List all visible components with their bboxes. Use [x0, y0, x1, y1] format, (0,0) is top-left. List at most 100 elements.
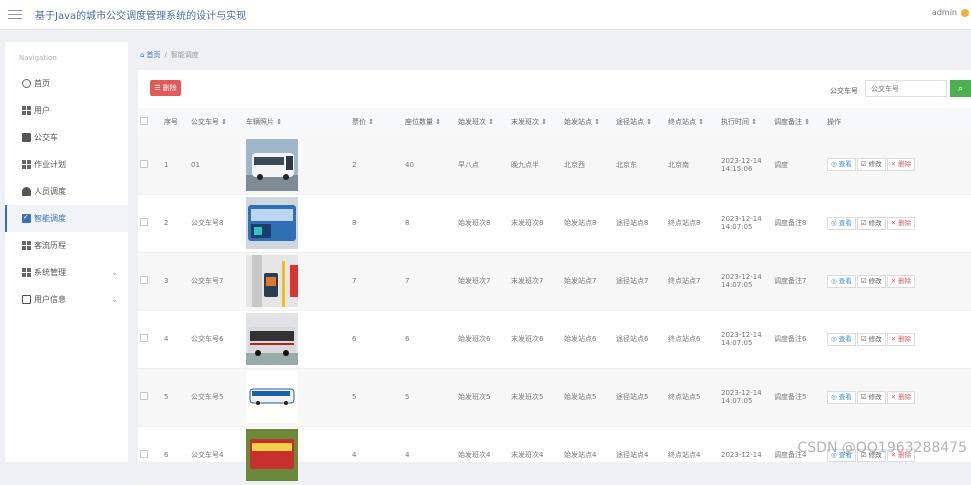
- via-station: 北京东: [614, 136, 666, 194]
- table-row: 2公交车号888始发班次8末发班次8始发站点8途径站点8终点站点82023-12…: [138, 194, 971, 252]
- row-checkbox[interactable]: [138, 310, 162, 368]
- edit-button[interactable]: ☑ 修改: [857, 158, 886, 171]
- bus-photo-image: [246, 313, 298, 365]
- bus-number: 01: [189, 136, 244, 194]
- top-bar: 基于Java的城市公交调度管理系统的设计与实现 admin: [0, 0, 971, 30]
- seat-count: 5: [403, 368, 456, 426]
- row-checkbox[interactable]: [138, 136, 162, 194]
- bus-photo-image: [246, 429, 298, 481]
- grid-icon: [22, 106, 31, 115]
- column-header[interactable]: 终点站点 ⇕: [666, 108, 719, 136]
- table-header: 序号公交车号 ⇕车辆照片 ⇕票价 ⇕座位数量 ⇕始发班次 ⇕末发班次 ⇕始发站点…: [138, 108, 971, 136]
- view-button[interactable]: ◎ 查看: [827, 217, 856, 230]
- last-shift: 末发班次8: [509, 194, 562, 252]
- row-index: 1: [162, 136, 189, 194]
- end-station: 终点站点6: [666, 310, 719, 368]
- column-header[interactable]: 票价 ⇕: [350, 108, 403, 136]
- last-shift: 末发班次5: [509, 368, 562, 426]
- column-header[interactable]: 途径站点 ⇕: [614, 108, 666, 136]
- grid-icon: [22, 160, 31, 169]
- first-shift: 始发班次5: [456, 368, 509, 426]
- breadcrumb-home[interactable]: 首页: [146, 50, 160, 60]
- edit-button[interactable]: ☑ 修改: [857, 217, 886, 230]
- column-header[interactable]: 执行时间 ⇕: [719, 108, 772, 136]
- bus-photo-image: [246, 255, 298, 307]
- user-name[interactable]: admin: [932, 8, 957, 17]
- bus-photo: [244, 368, 350, 426]
- column-header[interactable]: 公交车号 ⇕: [189, 108, 244, 136]
- sidebar-item-6[interactable]: 客流历程: [5, 232, 128, 259]
- exec-time: 2023-12-14: [719, 426, 772, 484]
- start-station: 始发站点8: [562, 194, 614, 252]
- last-shift: 末发班次7: [509, 252, 562, 310]
- row-checkbox[interactable]: [138, 426, 162, 484]
- exec-time: 2023-12-14 14:07:05: [719, 252, 772, 310]
- nav-title: Navigation: [5, 42, 128, 70]
- delete-button[interactable]: ✕ 删除: [887, 391, 916, 404]
- select-all-checkbox[interactable]: [138, 108, 162, 136]
- dispatch-note: 调度备注5: [772, 368, 825, 426]
- delete-button[interactable]: ✕ 删除: [887, 158, 916, 171]
- search-input[interactable]: [865, 80, 947, 97]
- sidebar-item-7[interactable]: 系统管理⌄: [5, 259, 128, 286]
- sidebar-item-label: 用户信息: [34, 294, 66, 305]
- sidebar-item-label: 智能调度: [34, 213, 66, 224]
- row-actions: ◎ 查看☑ 修改✕ 删除: [825, 136, 971, 194]
- sidebar-item-8[interactable]: 用户信息⌄: [5, 286, 128, 313]
- end-station: 北京南: [666, 136, 719, 194]
- column-header[interactable]: 末发班次 ⇕: [509, 108, 562, 136]
- dispatch-note: 调度备注8: [772, 194, 825, 252]
- sidebar-item-0[interactable]: 首页: [5, 70, 128, 97]
- last-shift: 晚九点半: [509, 136, 562, 194]
- view-button[interactable]: ◎ 查看: [827, 391, 856, 404]
- delete-button[interactable]: ✕ 删除: [887, 333, 916, 346]
- via-station: 途径站点4: [614, 426, 666, 484]
- grid-icon: [22, 241, 31, 250]
- last-shift: 末发班次4: [509, 426, 562, 484]
- sidebar-item-3[interactable]: 作业计划: [5, 151, 128, 178]
- view-button[interactable]: ◎ 查看: [827, 158, 856, 171]
- view-button[interactable]: ◎ 查看: [827, 275, 856, 288]
- grid-icon: [22, 268, 31, 277]
- sidebar-item-5[interactable]: 智能调度: [5, 205, 128, 232]
- edit-button[interactable]: ☑ 修改: [857, 333, 886, 346]
- row-index: 6: [162, 426, 189, 484]
- column-header[interactable]: 操作: [825, 108, 971, 136]
- first-shift: 始发班次6: [456, 310, 509, 368]
- toolbar: ☰删除 公交车号 ⌕: [138, 70, 971, 108]
- search-button[interactable]: ⌕: [950, 80, 971, 97]
- sidebar-item-4[interactable]: 人员调度: [5, 178, 128, 205]
- column-header[interactable]: 座位数量 ⇕: [403, 108, 456, 136]
- sidebar-item-2[interactable]: 公交车: [5, 124, 128, 151]
- column-header[interactable]: 调度备注 ⇕: [772, 108, 825, 136]
- end-station: 终点站点4: [666, 426, 719, 484]
- table-row: 5公交车号555始发班次5末发班次5始发站点5途径站点5终点站点52023-12…: [138, 368, 971, 426]
- sidebar-item-label: 客流历程: [34, 240, 66, 251]
- row-index: 3: [162, 252, 189, 310]
- first-shift: 早八点: [456, 136, 509, 194]
- column-header[interactable]: 始发班次 ⇕: [456, 108, 509, 136]
- column-header[interactable]: 始发站点 ⇕: [562, 108, 614, 136]
- home-icon: [22, 79, 31, 88]
- user-avatar-icon[interactable]: [961, 9, 969, 17]
- column-header[interactable]: 序号: [162, 108, 189, 136]
- fare: 5: [350, 368, 403, 426]
- view-button[interactable]: ◎ 查看: [827, 333, 856, 346]
- column-header[interactable]: 车辆照片 ⇕: [244, 108, 350, 136]
- delete-button[interactable]: ✕ 删除: [887, 275, 916, 288]
- fare: 6: [350, 310, 403, 368]
- sidebar-item-1[interactable]: 用户: [5, 97, 128, 124]
- row-checkbox[interactable]: [138, 368, 162, 426]
- sidebar: Navigation 首页用户公交车作业计划人员调度智能调度客流历程系统管理⌄用…: [5, 42, 128, 462]
- row-checkbox[interactable]: [138, 252, 162, 310]
- batch-delete-button[interactable]: ☰删除: [150, 80, 181, 96]
- last-shift: 末发班次6: [509, 310, 562, 368]
- watermark: CSDN @QQ1963288475: [798, 440, 967, 456]
- edit-button[interactable]: ☑ 修改: [857, 391, 886, 404]
- edit-button[interactable]: ☑ 修改: [857, 275, 886, 288]
- menu-icon[interactable]: [8, 10, 22, 20]
- row-checkbox[interactable]: [138, 194, 162, 252]
- delete-button[interactable]: ✕ 删除: [887, 217, 916, 230]
- row-index: 4: [162, 310, 189, 368]
- seat-count: 8: [403, 194, 456, 252]
